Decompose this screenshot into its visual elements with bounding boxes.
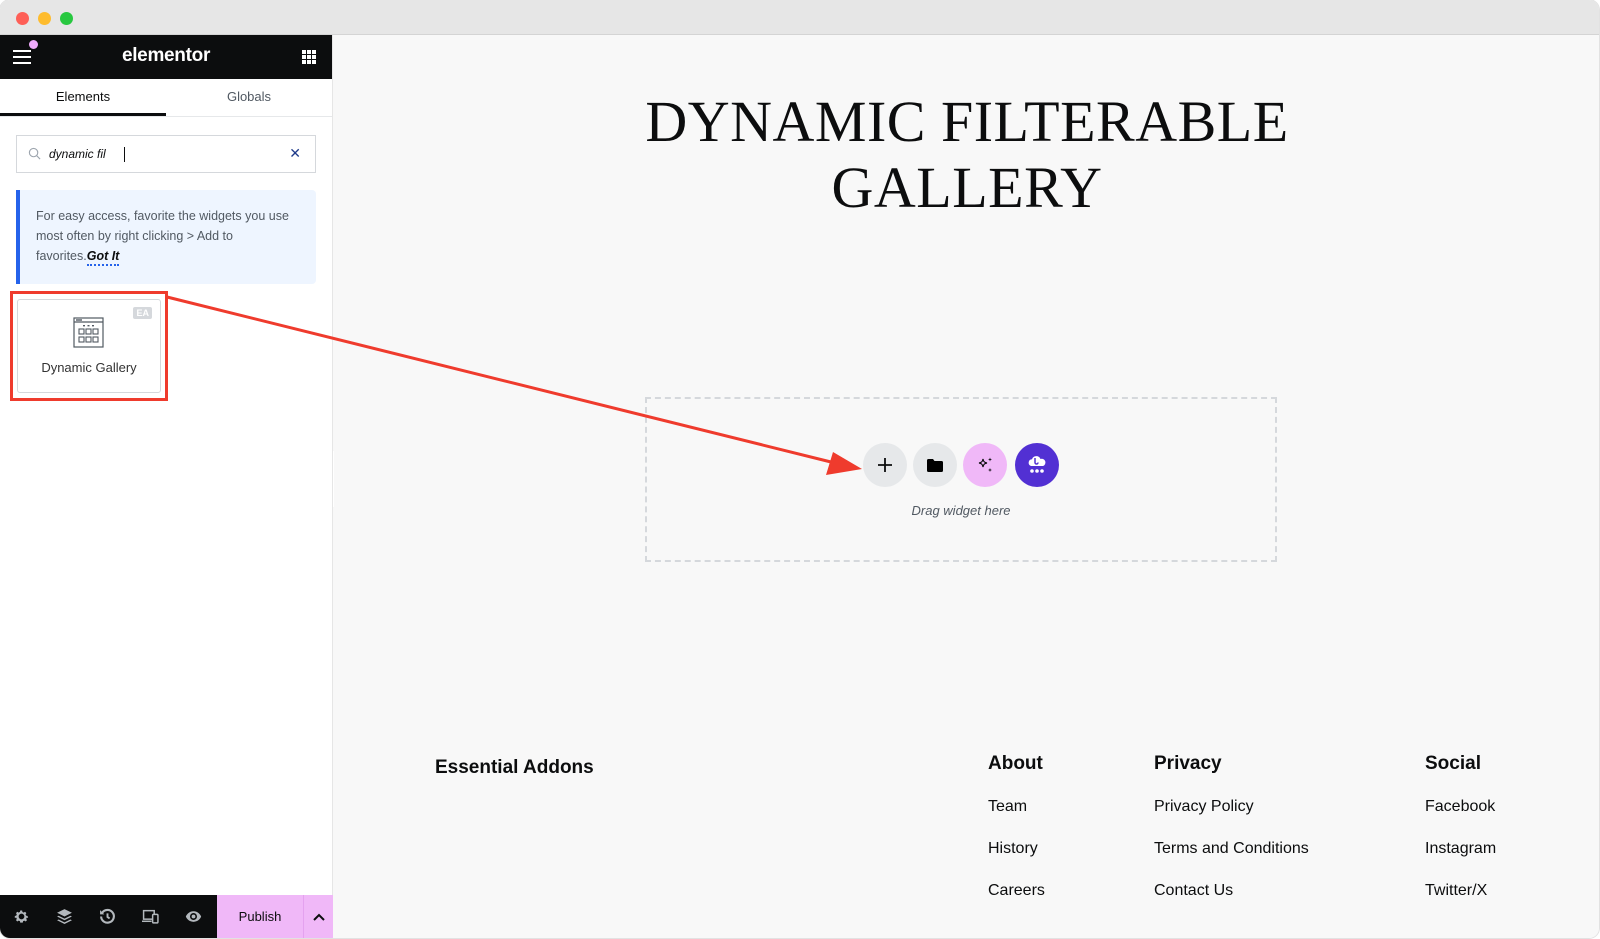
footer-link-privacy-policy[interactable]: Privacy Policy (1154, 797, 1309, 817)
minimize-window-button[interactable] (38, 12, 51, 25)
panel-footer: Publish (0, 895, 333, 938)
panel-header: elementor (0, 35, 332, 79)
widget-dynamic-gallery[interactable]: EA Dynamic Gallery (17, 299, 161, 393)
footer-heading: Social (1425, 753, 1481, 774)
template-library-button[interactable] (913, 443, 957, 487)
favorites-notice: For easy access, favorite the widgets yo… (16, 190, 316, 284)
footer-link-contact[interactable]: Contact Us (1154, 881, 1309, 901)
close-window-button[interactable] (16, 12, 29, 25)
panel-tabs: Elements Globals (0, 79, 332, 117)
search-icon (28, 147, 41, 160)
got-it-link[interactable]: Got It (86, 249, 120, 266)
gallery-grid-icon (73, 317, 104, 348)
footer-column-social: Social Facebook Instagram Twitter/X (1425, 753, 1496, 923)
footer-link-instagram[interactable]: Instagram (1425, 839, 1496, 859)
footer-heading: About (988, 753, 1043, 774)
sparkle-icon (978, 457, 992, 472)
widget-label: Dynamic Gallery (41, 360, 137, 375)
footer-column-privacy: Privacy Privacy Policy Terms and Conditi… (1154, 753, 1309, 923)
tab-globals[interactable]: Globals (166, 79, 332, 116)
publish-options-button[interactable] (304, 895, 333, 938)
responsive-icon (142, 909, 159, 924)
footer-link-terms[interactable]: Terms and Conditions (1154, 839, 1309, 859)
footer-link-twitter[interactable]: Twitter/X (1425, 881, 1496, 901)
footer-link-careers[interactable]: Careers (988, 881, 1045, 901)
page-title-line1: DYNAMIC FILTERABLE (645, 89, 1289, 154)
notice-text: For easy access, favorite the widgets yo… (36, 209, 289, 263)
footer-heading: Privacy (1154, 753, 1222, 774)
ai-builder-button[interactable] (963, 443, 1007, 487)
widget-search: ✕ (16, 135, 316, 173)
layers-icon (57, 909, 72, 924)
drop-zone-hint: Drag widget here (911, 503, 1011, 518)
tab-elements[interactable]: Elements (0, 79, 166, 116)
app-window: elementor Elements Globals ✕ For easy ac… (0, 0, 1599, 938)
footer-brand: Essential Addons (435, 757, 594, 778)
footer-link-history[interactable]: History (988, 839, 1045, 859)
publish-button[interactable]: Publish (217, 895, 304, 938)
widgets-grid-icon[interactable] (302, 50, 316, 64)
preview-icon (185, 911, 202, 922)
settings-icon (14, 910, 29, 923)
footer-column-about: About Team History Careers (988, 753, 1045, 923)
footer-link-team[interactable]: Team (988, 797, 1045, 817)
zoom-window-button[interactable] (60, 12, 73, 25)
footer-link-facebook[interactable]: Facebook (1425, 797, 1496, 817)
clear-search-button[interactable]: ✕ (289, 145, 301, 162)
preview-button[interactable] (172, 895, 215, 938)
window-titlebar (0, 0, 1599, 35)
folder-icon (927, 458, 943, 472)
plus-icon (878, 458, 892, 472)
search-input[interactable] (49, 136, 283, 172)
editor-canvas: DYNAMIC FILTERABLE GALLERY Drag widget h… (334, 35, 1599, 938)
add-section-button[interactable] (863, 443, 907, 487)
brand-logo: elementor (121, 45, 211, 66)
chevron-up-icon (312, 913, 325, 921)
history-icon (100, 908, 115, 924)
page-title: DYNAMIC FILTERABLE GALLERY (334, 89, 1599, 221)
cloud-icon (1028, 456, 1046, 473)
empty-section-dropzone[interactable]: Drag widget here (645, 397, 1277, 562)
responsive-mode-button[interactable] (129, 895, 172, 938)
text-caret (124, 147, 125, 162)
history-button[interactable] (86, 895, 129, 938)
elementor-panel: elementor Elements Globals ✕ For easy ac… (0, 35, 333, 938)
cloud-templates-button[interactable] (1015, 443, 1059, 487)
navigator-button[interactable] (43, 895, 86, 938)
settings-button[interactable] (0, 895, 43, 938)
ea-badge: EA (133, 307, 152, 319)
page-title-line2: GALLERY (831, 155, 1103, 220)
